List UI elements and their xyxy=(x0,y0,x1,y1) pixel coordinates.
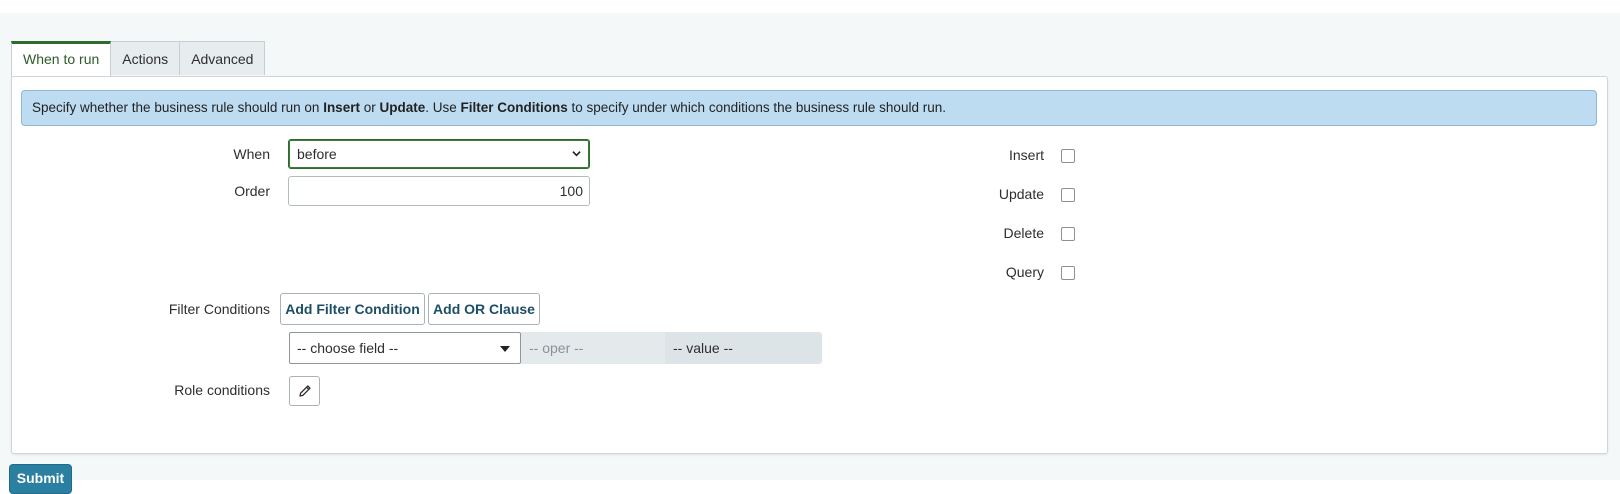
submit-button[interactable]: Submit xyxy=(9,464,72,494)
edit-role-conditions-button[interactable] xyxy=(289,376,320,406)
delete-checkbox[interactable] xyxy=(1061,227,1075,241)
operator-select[interactable]: -- oper -- xyxy=(521,332,665,364)
when-to-run-panel: Specify whether the business rule should… xyxy=(11,76,1608,454)
choose-field-value: -- choose field -- xyxy=(297,340,399,356)
when-value: before xyxy=(297,146,337,162)
when-label: When xyxy=(233,146,270,162)
query-label: Query xyxy=(1005,264,1044,280)
update-checkbox[interactable] xyxy=(1061,188,1075,202)
choose-field-select[interactable]: -- choose field -- xyxy=(289,332,521,364)
info-message: Specify whether the business rule should… xyxy=(21,90,1597,126)
query-row: Query xyxy=(972,264,1092,282)
add-filter-condition-button[interactable]: Add Filter Condition xyxy=(280,293,425,325)
order-label: Order xyxy=(234,183,270,199)
value-field[interactable]: -- value -- xyxy=(665,332,822,364)
role-conditions-label: Role conditions xyxy=(174,382,270,398)
caret-down-icon xyxy=(500,346,510,352)
tab-bar: When to run Actions Advanced xyxy=(11,41,266,77)
tab-actions[interactable]: Actions xyxy=(111,41,181,75)
insert-label: Insert xyxy=(1008,147,1044,163)
chevron-down-icon xyxy=(572,151,581,157)
filter-conditions-label: Filter Conditions xyxy=(168,301,270,317)
add-or-clause-button[interactable]: Add OR Clause xyxy=(428,293,540,325)
delete-label: Delete xyxy=(1003,225,1044,241)
pencil-icon xyxy=(299,385,311,397)
when-select[interactable]: before xyxy=(288,139,590,169)
query-checkbox[interactable] xyxy=(1061,266,1075,280)
tab-when-to-run[interactable]: When to run xyxy=(11,41,112,77)
update-label: Update xyxy=(998,186,1044,202)
order-input[interactable]: 100 xyxy=(288,176,590,206)
tab-advanced[interactable]: Advanced xyxy=(180,41,266,75)
update-row: Update xyxy=(972,186,1092,204)
delete-row: Delete xyxy=(972,225,1092,243)
insert-row: Insert xyxy=(972,147,1092,165)
insert-checkbox[interactable] xyxy=(1061,149,1075,163)
